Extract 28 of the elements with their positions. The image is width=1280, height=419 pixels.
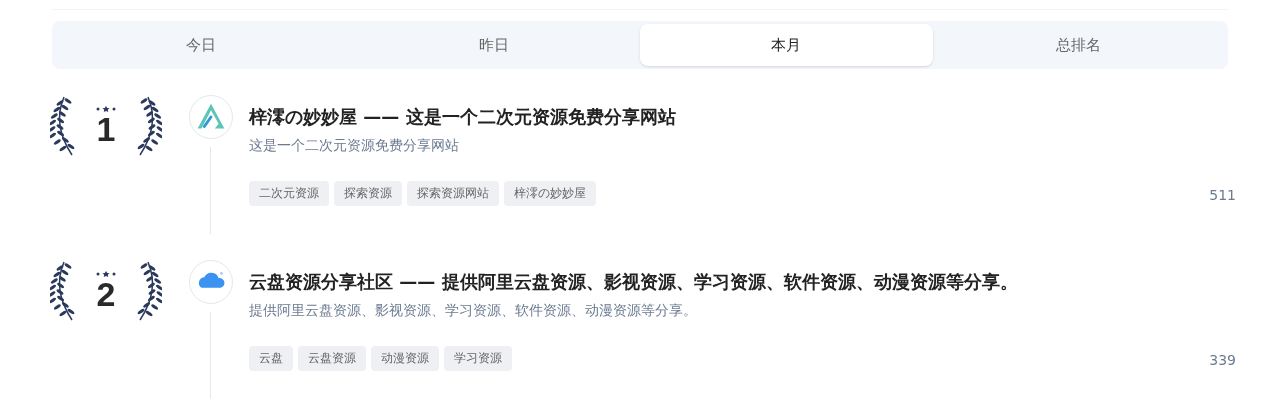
site-description: 这是一个二次元资源免费分享网站	[249, 136, 460, 155]
tag[interactable]: 云盘	[249, 346, 293, 371]
laurel-branch-icon	[50, 95, 76, 157]
tab[interactable]: 总排名	[932, 24, 1225, 66]
tag[interactable]: 云盘资源	[298, 346, 366, 371]
tag[interactable]: 探索资源	[334, 181, 402, 206]
site-description: 提供阿里云盘资源、影视资源、学习资源、软件资源、动漫资源等分享。	[249, 301, 698, 320]
laurel-branch-icon	[136, 260, 162, 322]
tag[interactable]: 探索资源网站	[407, 181, 499, 206]
view-count: 339	[1209, 351, 1236, 370]
tab[interactable]: 昨日	[347, 24, 640, 66]
logo-icon	[188, 95, 233, 139]
tag[interactable]: 二次元资源	[249, 181, 329, 206]
cloud-icon	[188, 260, 233, 304]
site-title[interactable]: 梓澪の妙妙屋 —— 这是一个二次元资源免费分享网站	[249, 103, 1230, 130]
stars-icon	[95, 271, 117, 277]
tag[interactable]: 梓澪の妙妙屋	[504, 181, 596, 206]
laurel-branch-icon	[50, 260, 76, 322]
site-title[interactable]: 云盘资源分享社区 —— 提供阿里云盘资源、影视资源、学习资源、软件资源、动漫资源等分享。	[249, 268, 1230, 295]
rank-number: 1	[96, 112, 116, 146]
tab[interactable]: 本月	[640, 24, 933, 66]
tab[interactable]: 今日	[55, 24, 348, 66]
laurel-branch-icon	[136, 95, 162, 157]
tag[interactable]: 动漫资源	[371, 346, 439, 371]
stars-icon	[95, 106, 117, 112]
view-count: 511	[1209, 186, 1236, 205]
rank-number: 2	[96, 277, 116, 311]
tag[interactable]: 学习资源	[444, 346, 512, 371]
